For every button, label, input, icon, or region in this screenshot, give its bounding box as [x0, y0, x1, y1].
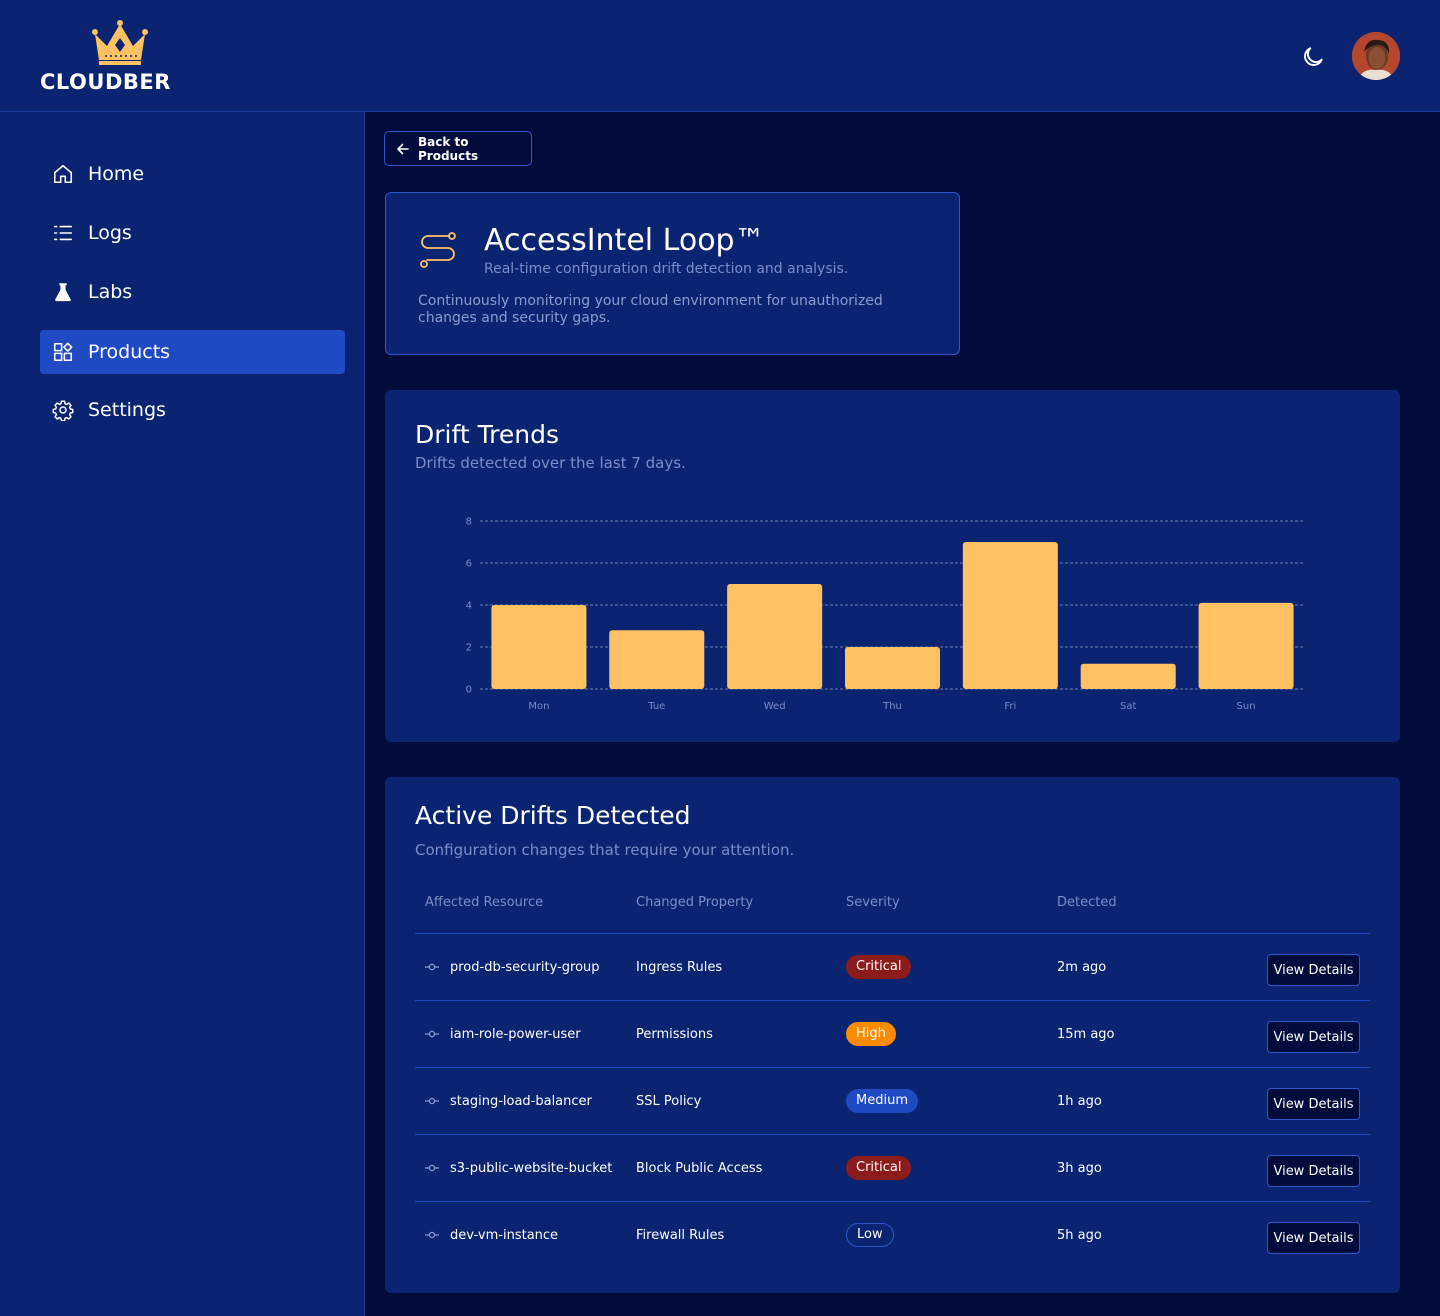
y-tick-label: 6 — [466, 559, 472, 570]
column-header-severity: Severity — [846, 895, 900, 910]
product-title: AccessIntel Loop™ — [484, 223, 765, 258]
sidebar-item-label: Products — [88, 341, 171, 363]
bar-thu[interactable] — [845, 647, 940, 689]
sidebar-item-logs[interactable]: Logs — [40, 211, 345, 255]
x-tick-label: Wed — [764, 701, 786, 712]
commit-icon — [425, 1231, 439, 1239]
bar-fri[interactable] — [962, 542, 1058, 689]
sidebar-item-label: Logs — [88, 222, 132, 244]
sidebar-item-label: Labs — [88, 281, 133, 303]
drift-trends-panel: Drift Trends Drifts detected over the la… — [385, 390, 1400, 742]
bar-sun[interactable] — [1198, 602, 1294, 689]
severity-badge: Low — [846, 1223, 894, 1247]
y-tick-label: 0 — [466, 685, 472, 696]
drift-trends-chart: 0 2 4 6 8 Mon Tue Wed Thu Fri Sat Sun — [466, 517, 1305, 712]
detected-time: 1h ago — [1057, 1093, 1102, 1109]
back-to-products-button[interactable]: Back to Products — [384, 131, 532, 166]
y-tick-label: 4 — [466, 601, 472, 612]
product-subtitle: Real-time configuration drift detection … — [484, 261, 849, 277]
active-drifts-panel: Active Drifts Detected Configuration cha… — [385, 777, 1400, 1293]
commit-icon — [425, 1097, 439, 1105]
top-bar: CLOUDBER — [0, 0, 1440, 112]
detected-time: 3h ago — [1057, 1160, 1102, 1176]
arrow-left-icon — [397, 143, 409, 155]
severity-badge: Critical — [846, 955, 912, 979]
bar-wed[interactable] — [727, 584, 823, 689]
back-button-label: Back to Products — [418, 134, 479, 163]
column-header-property: Changed Property — [636, 895, 754, 910]
sidebar-item-products[interactable]: Products — [40, 330, 345, 374]
x-tick-label: Thu — [882, 701, 902, 712]
bar-mon[interactable] — [491, 605, 587, 689]
brand-logo[interactable]: CLOUDBER — [40, 20, 210, 94]
resource-name: dev-vm-instance — [450, 1227, 559, 1243]
x-tick-label: Tue — [647, 701, 665, 712]
active-drifts-subtitle: Configuration changes that require your … — [415, 841, 795, 859]
sidebar-item-label: Home — [88, 163, 145, 185]
flask-icon — [55, 283, 71, 302]
resource-name: prod-db-security-group — [450, 959, 600, 975]
y-tick-label: 8 — [466, 517, 472, 528]
active-drifts-title: Active Drifts Detected — [415, 801, 691, 830]
view-details-button[interactable]: View Details — [1267, 1088, 1360, 1120]
severity-badge: High — [846, 1022, 896, 1046]
column-header-resource: Affected Resource — [425, 895, 544, 910]
x-tick-label: Sat — [1120, 701, 1136, 712]
detected-time: 15m ago — [1057, 1026, 1115, 1042]
gear-icon — [52, 400, 74, 421]
severity-badge: Medium — [846, 1089, 918, 1113]
detected-time: 5h ago — [1057, 1227, 1102, 1243]
brand-name: CLOUDBER — [40, 70, 171, 94]
x-tick-label: Fri — [1004, 701, 1016, 712]
x-tick-label: Mon — [528, 701, 549, 712]
commit-icon — [425, 963, 439, 971]
x-tick-label: Sun — [1237, 701, 1256, 712]
view-details-button[interactable]: View Details — [1267, 1222, 1360, 1254]
view-details-button[interactable]: View Details — [1267, 1155, 1360, 1187]
list-icon — [53, 225, 73, 241]
sidebar-item-label: Settings — [88, 399, 166, 421]
changed-property: Firewall Rules — [636, 1227, 725, 1243]
sidebar: Home Logs Labs Products Settings — [0, 112, 365, 1316]
resource-name: iam-role-power-user — [450, 1026, 581, 1042]
view-details-button[interactable]: View Details — [1267, 1021, 1360, 1053]
sidebar-item-home[interactable]: Home — [40, 152, 345, 196]
severity-badge: Critical — [846, 1156, 912, 1180]
table-row: staging-load-balancer SSL Policy Medium … — [415, 1067, 1370, 1134]
bar-tue[interactable] — [609, 630, 705, 689]
crown-icon — [92, 20, 148, 65]
sidebar-item-settings[interactable]: Settings — [40, 388, 345, 432]
table-row: s3-public-website-bucket Block Public Ac… — [415, 1134, 1370, 1201]
home-icon — [53, 164, 73, 184]
avatar[interactable] — [1352, 32, 1400, 80]
resource-name: staging-load-balancer — [450, 1093, 592, 1109]
product-description: Continuously monitoring your cloud envir… — [418, 293, 883, 326]
changed-property: Ingress Rules — [636, 959, 723, 975]
bar-sat[interactable] — [1080, 663, 1176, 689]
detected-time: 2m ago — [1057, 959, 1107, 975]
moon-icon[interactable] — [1300, 44, 1326, 70]
view-details-button[interactable]: View Details — [1267, 954, 1360, 986]
changed-property: Permissions — [636, 1026, 713, 1042]
commit-icon — [425, 1030, 439, 1038]
table-row: dev-vm-instance Firewall Rules Low 5h ag… — [415, 1201, 1370, 1268]
y-tick-label: 2 — [466, 643, 472, 654]
sidebar-item-labs[interactable]: Labs — [40, 270, 345, 314]
column-header-detected: Detected — [1057, 895, 1117, 910]
resource-name: s3-public-website-bucket — [450, 1160, 613, 1176]
grid-icon — [53, 342, 73, 362]
changed-property: SSL Policy — [636, 1093, 702, 1109]
commit-icon — [425, 1164, 439, 1172]
product-card: AccessIntel Loop™ Real-time configuratio… — [385, 192, 960, 355]
route-icon — [420, 232, 456, 268]
table-row: iam-role-power-user Permissions High 15m… — [415, 1000, 1370, 1067]
changed-property: Block Public Access — [636, 1160, 763, 1176]
table-row: prod-db-security-group Ingress Rules Cri… — [415, 933, 1370, 1000]
